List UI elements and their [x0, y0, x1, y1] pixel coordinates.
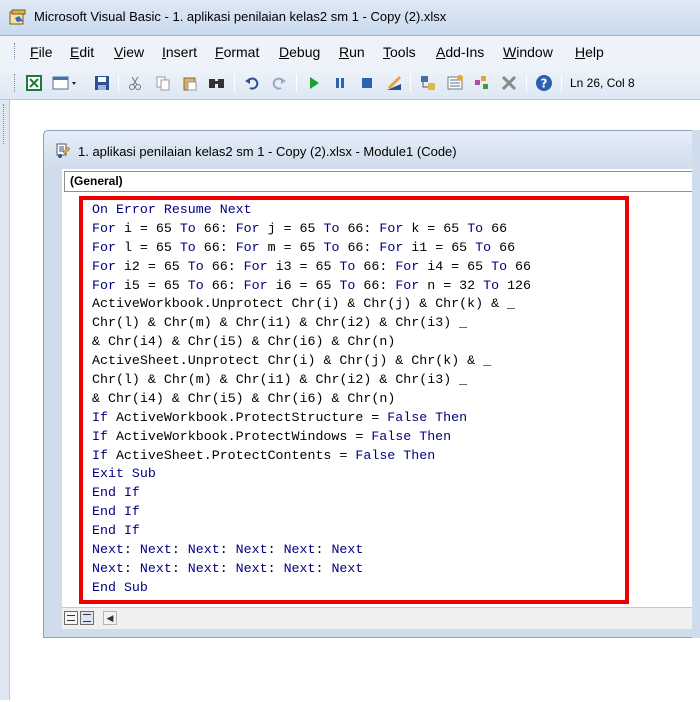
svg-text:?: ? — [541, 77, 548, 91]
object-dropdown[interactable]: (General) — [64, 171, 700, 192]
toolbar-separator — [410, 74, 411, 92]
properties-icon[interactable] — [446, 74, 464, 92]
toolbar-grip[interactable] — [14, 74, 17, 92]
project-explorer-icon[interactable] — [419, 74, 437, 92]
excel-icon[interactable] — [25, 74, 43, 92]
code-margin-indicator-bar[interactable] — [62, 195, 80, 607]
menu-help[interactable]: Help — [575, 44, 604, 60]
code-window-title-bar[interactable]: 1. aplikasi penilaian kelas2 sm 1 - Copy… — [44, 131, 700, 169]
standard-toolbar: ? Ln 26, Col 8 — [0, 66, 700, 100]
menu-bar-grip[interactable] — [14, 43, 17, 59]
menu-bar: File Edit View Insert Format Debug Run T… — [0, 36, 700, 66]
code-window-title: 1. aplikasi penilaian kelas2 sm 1 - Copy… — [78, 144, 457, 159]
menu-debug[interactable]: Debug — [279, 44, 320, 60]
design-mode-icon[interactable] — [385, 74, 403, 92]
redo-icon[interactable] — [270, 74, 288, 92]
menu-add-ins[interactable]: Add-Ins — [436, 44, 484, 60]
scroll-left-arrow[interactable]: ◀ — [103, 611, 117, 625]
object-dropdown-value: (General) — [70, 174, 123, 188]
code-window-right-edge — [692, 130, 700, 638]
menu-insert[interactable]: Insert — [162, 44, 197, 60]
cut-icon[interactable] — [126, 74, 144, 92]
cursor-position: Ln 26, Col 8 — [570, 76, 635, 90]
object-browser-icon[interactable] — [473, 74, 491, 92]
copy-icon[interactable] — [154, 74, 172, 92]
menu-edit[interactable]: Edit — [70, 44, 94, 60]
break-icon[interactable] — [331, 74, 349, 92]
run-icon[interactable] — [305, 74, 323, 92]
undo-icon[interactable] — [243, 74, 261, 92]
menu-window[interactable]: Window — [503, 44, 553, 60]
docked-panel-edge[interactable] — [0, 100, 10, 700]
vba-app-icon — [9, 9, 26, 25]
menu-format[interactable]: Format — [215, 44, 259, 60]
menu-view[interactable]: View — [114, 44, 144, 60]
window-title: Microsoft Visual Basic - 1. aplikasi pen… — [34, 9, 447, 24]
toolbar-separator — [561, 74, 562, 92]
red-highlight-box — [79, 196, 629, 604]
reset-icon[interactable] — [358, 74, 376, 92]
save-icon[interactable] — [93, 74, 111, 92]
menu-tools[interactable]: Tools — [383, 44, 416, 60]
menu-run[interactable]: Run — [339, 44, 365, 60]
insert-module-icon[interactable] — [52, 74, 78, 92]
full-module-view-button[interactable] — [80, 611, 94, 625]
menu-file[interactable]: File — [30, 44, 53, 60]
help-icon[interactable]: ? — [535, 74, 553, 92]
procedure-view-button[interactable] — [64, 611, 78, 625]
object-combo-row: (General) — [62, 169, 700, 195]
code-window-bottom-bar: ◀ — [62, 607, 700, 629]
module-code-icon — [56, 143, 71, 158]
toolbox-icon[interactable] — [500, 74, 518, 92]
find-icon[interactable] — [208, 74, 226, 92]
toolbar-separator — [526, 74, 527, 92]
paste-icon[interactable] — [181, 74, 199, 92]
toolbar-separator — [296, 74, 297, 92]
app-title-bar[interactable]: Microsoft Visual Basic - 1. aplikasi pen… — [0, 0, 700, 36]
toolbar-separator — [234, 74, 235, 92]
toolbar-separator — [118, 74, 119, 92]
